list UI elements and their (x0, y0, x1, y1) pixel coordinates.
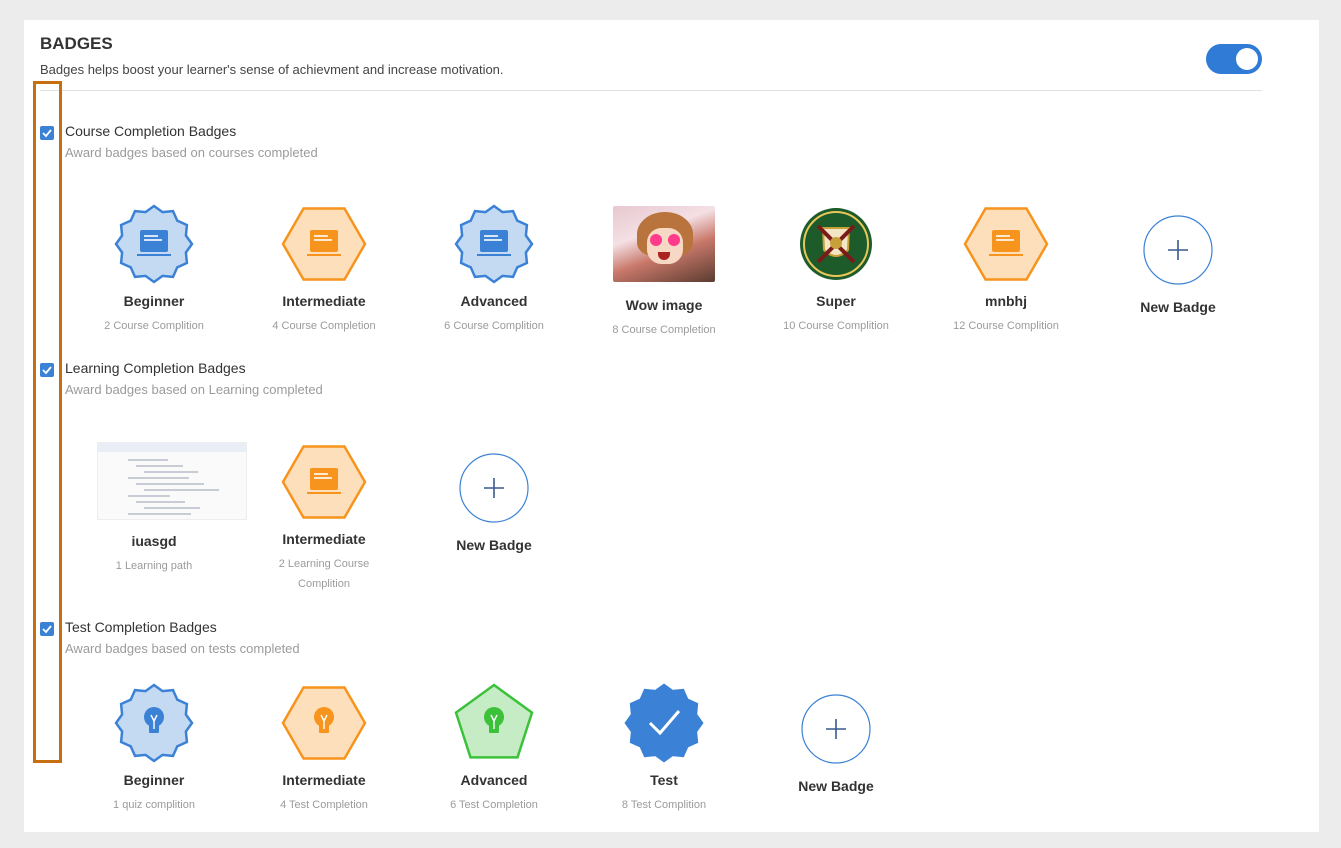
badge-criteria: 12 Course Complition (953, 320, 1059, 332)
new-badge-label: New Badge (798, 778, 874, 794)
test-completion-checkbox[interactable] (40, 622, 54, 636)
badge-criteria: 10 Course Complition (783, 320, 889, 332)
badge-item[interactable]: Beginner 1 quiz complition (69, 681, 239, 815)
badge-name: Intermediate (282, 293, 366, 309)
badge-icon-star (439, 202, 549, 286)
badge-name: Beginner (123, 293, 185, 309)
new-badge-label: New Badge (1140, 299, 1216, 315)
badge-name: Wow image (625, 297, 703, 313)
badge-icon-hexagon (269, 681, 379, 765)
emblem-icon (800, 208, 872, 280)
badge-criteria: 2 Course Complition (104, 320, 204, 332)
learning-completion-checkbox[interactable] (40, 363, 54, 377)
badge-item[interactable]: Intermediate 2 Learning Course Complition (239, 440, 409, 594)
badge-item[interactable]: Intermediate 4 Course Completion (239, 202, 409, 336)
badge-name: Test (650, 772, 678, 788)
page-title: BADGES (40, 34, 113, 53)
badge-item[interactable]: iuasgd 1 Learning path (69, 440, 247, 576)
badges-enable-toggle[interactable] (1206, 44, 1262, 74)
badge-name: Intermediate (282, 772, 366, 788)
badge-icon-emblem (781, 202, 891, 286)
page-subtitle: Badges helps boost your learner's sense … (40, 62, 504, 77)
section-title: Course Completion Badges (65, 123, 237, 139)
badge-criteria: 6 Test Completion (450, 799, 538, 811)
badge-item[interactable]: Intermediate 4 Test Completion (239, 681, 409, 815)
new-badge-button[interactable]: New Badge (751, 687, 921, 795)
anime-photo (613, 206, 715, 282)
toggle-knob (1236, 48, 1258, 70)
badge-item[interactable]: Wow image 8 Course Completion (579, 202, 749, 340)
badge-image-screenshot (97, 442, 247, 526)
badge-criteria: 8 Test Complition (621, 799, 707, 811)
badge-name: Advanced (460, 772, 528, 788)
checkbox-column-highlight (33, 81, 62, 763)
badge-icon-star (99, 202, 209, 286)
badge-criteria: 1 Learning path (115, 560, 193, 572)
new-badge-button[interactable]: New Badge (1093, 208, 1263, 316)
badge-item[interactable]: Test 8 Test Complition (579, 681, 749, 815)
badge-criteria: 4 Test Completion (280, 799, 368, 811)
badge-icon-hexagon (269, 440, 379, 524)
badge-image-anime (609, 206, 719, 290)
new-badge-button[interactable]: New Badge (409, 446, 579, 554)
badge-name: Intermediate (282, 531, 366, 547)
badge-name: Super (816, 293, 856, 309)
badge-item[interactable]: Beginner 2 Course Complition (69, 202, 239, 336)
badge-name: Advanced (460, 293, 528, 309)
section-title: Test Completion Badges (65, 619, 217, 635)
badge-criteria: 8 Course Completion (612, 324, 716, 336)
screenshot-thumbnail (97, 442, 247, 520)
badge-icon-star (99, 681, 209, 765)
section-description: Award badges based on courses completed (65, 145, 318, 160)
section-title: Learning Completion Badges (65, 360, 246, 376)
badge-item[interactable]: Super 10 Course Complition (751, 202, 921, 336)
badge-item[interactable]: Advanced 6 Course Complition (409, 202, 579, 336)
badge-criteria: 6 Course Complition (444, 320, 544, 332)
add-badge-circle (439, 446, 549, 530)
badge-name: mnbhj (985, 293, 1027, 309)
badge-icon-pentagon (439, 681, 549, 765)
course-completion-checkbox[interactable] (40, 126, 54, 140)
badge-icon-hexagon (269, 202, 379, 286)
section-description: Award badges based on tests completed (65, 641, 300, 656)
badge-item[interactable]: mnbhj 12 Course Complition (921, 202, 1091, 336)
section-description: Award badges based on Learning completed (65, 382, 323, 397)
badge-icon-hexagon (951, 202, 1061, 286)
badge-item[interactable]: Advanced 6 Test Completion (409, 681, 579, 815)
badge-criteria: 2 Learning Course Complition (278, 558, 370, 590)
badge-criteria: 1 quiz complition (113, 799, 195, 811)
badge-name: Beginner (123, 772, 185, 788)
add-badge-circle (1123, 208, 1233, 292)
new-badge-label: New Badge (456, 537, 532, 553)
header-divider (40, 90, 1262, 91)
add-badge-circle (781, 687, 891, 771)
badge-criteria: 4 Course Completion (272, 320, 376, 332)
badge-name: iuasgd (131, 533, 177, 549)
badge-icon-star-solid (609, 681, 719, 765)
